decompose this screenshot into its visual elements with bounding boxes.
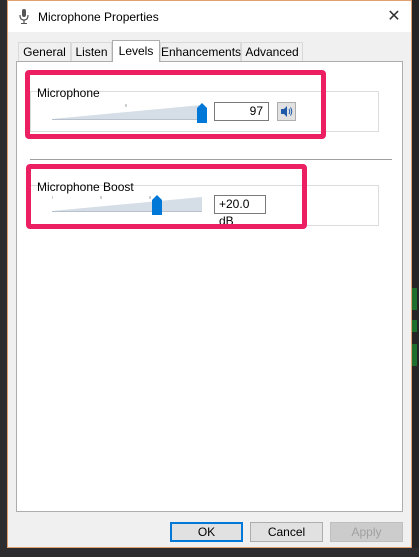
window-title: Microphone Properties <box>38 10 159 24</box>
group-separator <box>30 159 392 160</box>
levels-panel: Microphone 97 Microphone Boost +20.0 dB <box>16 61 403 512</box>
annotation-highlight-microphone <box>25 70 326 139</box>
tab-levels[interactable]: Levels <box>112 40 160 62</box>
annotation-highlight-boost <box>26 164 307 229</box>
tab-listen[interactable]: Listen <box>71 42 112 61</box>
close-button[interactable]: ✕ <box>377 1 411 32</box>
microphone-icon <box>19 9 29 24</box>
ok-button[interactable]: OK <box>170 522 243 542</box>
tab-advanced[interactable]: Advanced <box>241 42 303 61</box>
apply-button[interactable]: Apply <box>330 522 403 542</box>
tab-enhancements[interactable]: Enhancements <box>160 42 241 61</box>
tab-general[interactable]: General <box>18 42 71 61</box>
cancel-button[interactable]: Cancel <box>250 522 323 542</box>
background-taskbar <box>0 548 419 557</box>
title-bar[interactable]: Microphone Properties ✕ <box>8 1 411 32</box>
microphone-properties-dialog: Microphone Properties ✕ General Listen L… <box>7 0 412 548</box>
close-icon: ✕ <box>387 8 401 25</box>
